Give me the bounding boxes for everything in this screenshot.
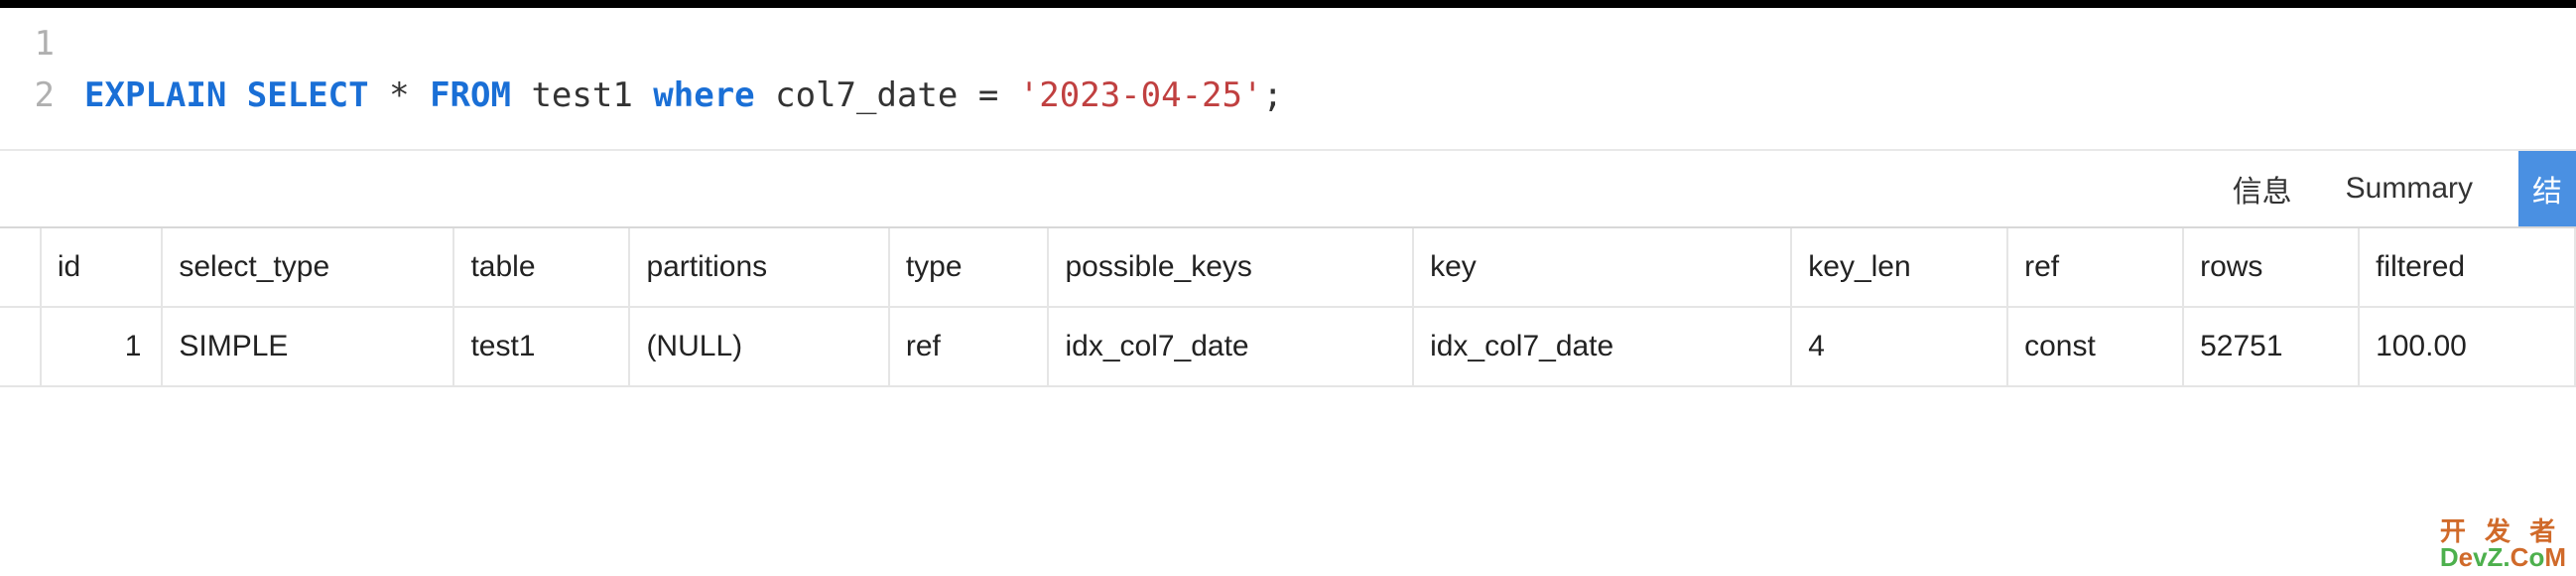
column-identifier: col7_date [775, 75, 958, 115]
keyword-select: SELECT [247, 75, 369, 115]
table-row[interactable]: 1 SIMPLE test1 (NULL) ref idx_col7_date … [0, 307, 2575, 386]
cell-filtered[interactable]: 100.00 [2359, 307, 2575, 386]
cell-partitions[interactable]: (NULL) [629, 307, 888, 386]
explain-result-table: id select_type table partitions type pos… [0, 228, 2576, 387]
tab-summary[interactable]: Summary [2338, 151, 2481, 226]
table-identifier: test1 [531, 75, 632, 115]
header-select-type[interactable]: select_type [162, 228, 453, 307]
cell-possible-keys[interactable]: idx_col7_date [1048, 307, 1413, 386]
cell-key[interactable]: idx_col7_date [1413, 307, 1791, 386]
watermark: 开 发 者 DevZ.CoM [2440, 518, 2566, 570]
line-number: 2 [0, 75, 84, 115]
header-table[interactable]: table [453, 228, 629, 307]
gap-cell [0, 307, 41, 386]
cell-rows[interactable]: 52751 [2183, 307, 2359, 386]
header-filtered[interactable]: filtered [2359, 228, 2575, 307]
gap-header [0, 228, 41, 307]
cell-ref[interactable]: const [2007, 307, 2183, 386]
watermark-bottom: DevZ.CoM [2440, 544, 2566, 570]
cell-type[interactable]: ref [889, 307, 1049, 386]
tab-result[interactable]: 结 [2518, 151, 2576, 226]
star-operator: * [389, 75, 409, 115]
table-header-row: id select_type table partitions type pos… [0, 228, 2575, 307]
header-id[interactable]: id [41, 228, 163, 307]
code-line-2[interactable]: 2 EXPLAIN SELECT * FROM test1 where col7… [0, 70, 2576, 121]
window-topbar [0, 0, 2576, 8]
keyword-where: where [653, 75, 754, 115]
cell-table[interactable]: test1 [453, 307, 629, 386]
header-ref[interactable]: ref [2007, 228, 2183, 307]
equals-operator: = [978, 75, 998, 115]
sql-editor[interactable]: 1 2 EXPLAIN SELECT * FROM test1 where co… [0, 8, 2576, 141]
header-possible-keys[interactable]: possible_keys [1048, 228, 1413, 307]
watermark-top: 开 发 者 [2440, 518, 2566, 544]
semicolon: ; [1262, 75, 1282, 115]
cell-select-type[interactable]: SIMPLE [162, 307, 453, 386]
cell-key-len[interactable]: 4 [1791, 307, 2007, 386]
header-type[interactable]: type [889, 228, 1049, 307]
tab-info[interactable]: 信息 [2225, 151, 2300, 226]
keyword-from: FROM [430, 75, 511, 115]
header-key-len[interactable]: key_len [1791, 228, 2007, 307]
string-literal: '2023-04-25' [1019, 75, 1263, 115]
header-key[interactable]: key [1413, 228, 1791, 307]
header-partitions[interactable]: partitions [629, 228, 888, 307]
line-number: 1 [0, 24, 84, 64]
code-line-1[interactable]: 1 [0, 18, 2576, 70]
code-content[interactable]: EXPLAIN SELECT * FROM test1 where col7_d… [84, 75, 1283, 115]
cell-id[interactable]: 1 [41, 307, 163, 386]
keyword-explain: EXPLAIN [84, 75, 226, 115]
result-tabs: 信息 Summary 结 [0, 151, 2576, 228]
header-rows[interactable]: rows [2183, 228, 2359, 307]
